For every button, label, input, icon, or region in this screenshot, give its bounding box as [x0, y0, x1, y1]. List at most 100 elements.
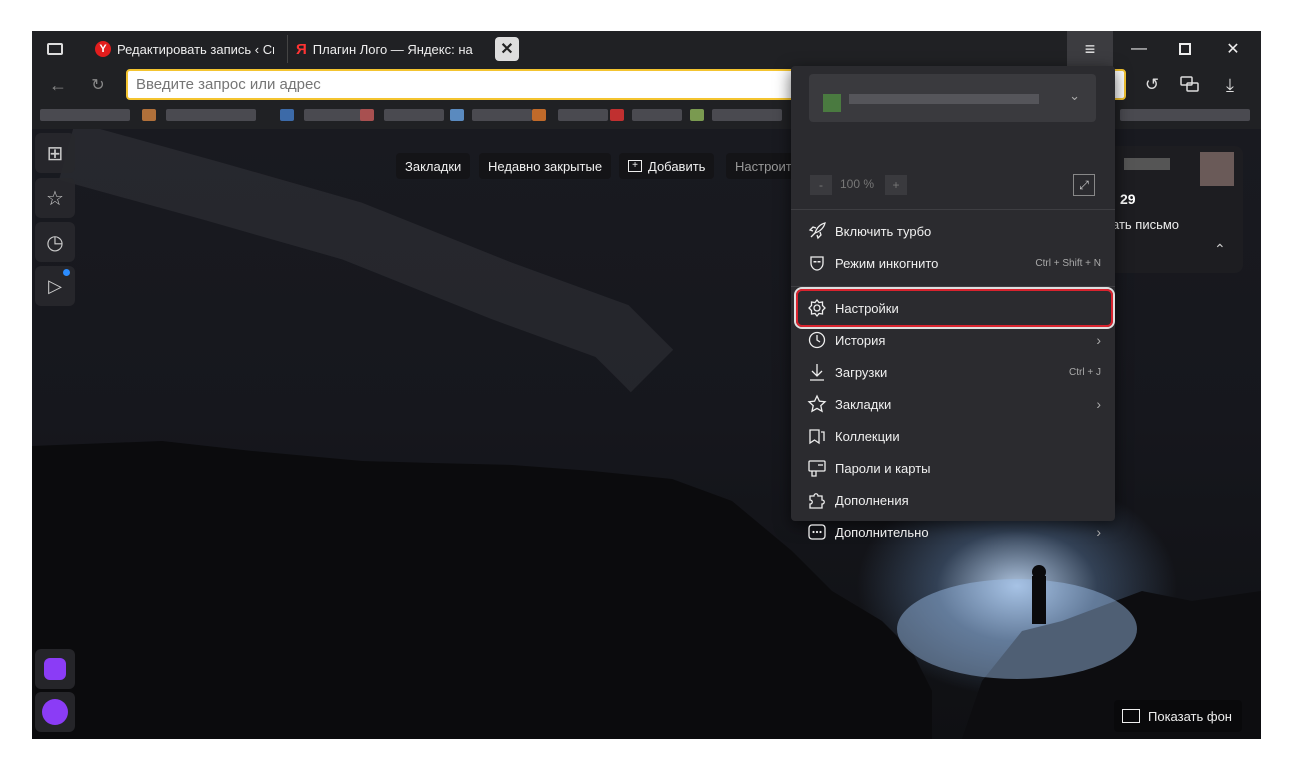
alice-button[interactable]: [35, 692, 75, 732]
notification-dot: [63, 269, 70, 276]
zoom-out-button[interactable]: -: [810, 175, 832, 195]
downloads-button[interactable]: ⤓: [1218, 73, 1242, 97]
blurred-bookmark[interactable]: [304, 109, 364, 121]
blurred-bookmark[interactable]: [532, 109, 546, 121]
menu-item-label: Включить турбо: [835, 223, 932, 239]
blurred-bookmark[interactable]: [690, 109, 704, 121]
alice-icon: [42, 699, 68, 725]
reload-button[interactable]: ↻: [86, 73, 110, 97]
history-icon: ↺: [1144, 75, 1160, 94]
blurred-bookmark[interactable]: [360, 109, 374, 121]
rocket-icon: [805, 219, 829, 243]
services-button[interactable]: ⊞: [35, 133, 75, 173]
blurred-bookmark[interactable]: [280, 109, 294, 121]
clock-icon: [805, 328, 829, 352]
close-icon: ✕: [1226, 41, 1240, 58]
collections-icon: [805, 424, 829, 448]
new-tab-button[interactable]: ✕: [495, 37, 519, 61]
close-icon: ✕: [500, 41, 514, 58]
recently-closed-button[interactable]: Недавно закрытые: [479, 153, 612, 179]
maximize-button[interactable]: [1162, 31, 1208, 67]
tab-edit-post[interactable]: Y Редактировать запись ‹ Ск: [87, 35, 282, 63]
add-button[interactable]: + Добавить: [619, 153, 715, 179]
blurred-bookmark[interactable]: [142, 109, 156, 121]
bookmarks-panel-button[interactable]: ☆: [35, 178, 75, 218]
fullscreen-button[interactable]: ⤢: [1073, 174, 1095, 196]
blurred-bookmark[interactable]: [632, 109, 682, 121]
feedback-button[interactable]: [1178, 73, 1202, 97]
bookmarks-label: Закладки: [405, 158, 462, 174]
menu-item-settings[interactable]: Настройки: [805, 292, 1101, 324]
gear-icon: [805, 296, 829, 320]
tab-logo-plugin[interactable]: Я Плагин Лого — Яндекс: на: [287, 35, 482, 63]
menu-item-label: История: [835, 332, 886, 348]
blurred-bookmark[interactable]: [1120, 109, 1250, 121]
blurred-bookmark[interactable]: [712, 109, 782, 121]
yandex-browser-icon: Y: [95, 41, 111, 57]
zoom-in-button[interactable]: +: [885, 175, 907, 195]
reload-icon: ↻: [91, 77, 105, 94]
main-menu: ⌄ - 100 % + ⤢ Включить турбо Режим инког…: [791, 66, 1115, 540]
bookmarks-tab-button[interactable]: Закладки: [396, 153, 471, 179]
tab-bar: Y Редактировать запись ‹ Ск Я Плагин Лог…: [32, 31, 1261, 67]
menu-item-passwords[interactable]: Пароли и карты: [805, 452, 1101, 484]
tab-title: Редактировать запись ‹ Ск: [117, 41, 274, 57]
add-icon: +: [628, 160, 642, 172]
key-card-icon: [805, 456, 829, 480]
chevron-right-icon: ›: [1096, 396, 1101, 412]
sidebar-panel-icon: [47, 43, 63, 55]
menu-item-more[interactable]: Дополнительно ›: [805, 516, 1101, 548]
blurred-bookmark[interactable]: [166, 109, 256, 121]
mail-widget[interactable]: 29 ать письмо ⌃: [1104, 146, 1243, 273]
history-panel-button[interactable]: ◷: [35, 222, 75, 262]
menu-item-label: Загрузки: [835, 364, 888, 380]
menu-item-label: Дополнения: [835, 492, 909, 508]
menu-item-bookmarks[interactable]: Закладки ›: [805, 388, 1101, 420]
blurred-bookmark[interactable]: [384, 109, 444, 121]
chevron-right-icon: ›: [1096, 332, 1101, 348]
menu-item-history[interactable]: История ›: [805, 324, 1101, 356]
media-button[interactable]: ▷: [35, 266, 75, 306]
add-label: Добавить: [648, 158, 706, 174]
star-icon: ☆: [46, 187, 64, 210]
write-letter-link[interactable]: ать письмо: [1112, 217, 1179, 232]
avatar: [823, 94, 841, 112]
blurred-bookmark[interactable]: [610, 109, 624, 121]
shortcut-label: Ctrl + J: [1069, 366, 1101, 378]
image-icon: [1122, 709, 1140, 723]
address-input[interactable]: [136, 71, 776, 97]
chevron-right-icon: ›: [1096, 524, 1101, 540]
show-background-label: Показать фон: [1148, 708, 1232, 724]
blurred-bookmark[interactable]: [558, 109, 608, 121]
menu-item-turbo[interactable]: Включить турбо: [805, 215, 1101, 247]
play-icon: ▷: [48, 275, 62, 296]
history-button[interactable]: ↺: [1140, 73, 1164, 97]
menu-item-incognito[interactable]: Режим инкогнито Ctrl + Shift + N: [805, 247, 1101, 279]
blurred-bookmark[interactable]: [40, 109, 130, 121]
blurred-bookmark[interactable]: [472, 109, 532, 121]
menu-divider: [791, 209, 1115, 210]
menu-item-extensions[interactable]: Дополнения: [805, 484, 1101, 516]
minimize-icon: —: [1131, 40, 1147, 57]
profile-selector[interactable]: ⌄: [809, 74, 1096, 122]
minimize-button[interactable]: —: [1116, 31, 1162, 67]
recently-closed-label: Недавно закрытые: [488, 158, 603, 174]
incognito-mask-icon: [805, 251, 829, 275]
blurred-profile-name: [849, 94, 1039, 104]
shortcut-label: Ctrl + Shift + N: [1035, 257, 1101, 269]
menu-item-collections[interactable]: Коллекции: [805, 420, 1101, 452]
browser-window: Y Редактировать запись ‹ Ск Я Плагин Лог…: [32, 31, 1261, 739]
blurred-bookmark[interactable]: [450, 109, 464, 121]
menu-item-label: Настройки: [835, 300, 899, 316]
alice-chat-button[interactable]: [35, 649, 75, 689]
zoom-level: 100 %: [840, 177, 875, 191]
menu-divider: [791, 286, 1115, 287]
back-button[interactable]: ←: [46, 73, 70, 97]
main-menu-button[interactable]: ≡: [1067, 31, 1113, 67]
tab-list-button[interactable]: [32, 31, 78, 67]
star-icon: [805, 392, 829, 416]
menu-item-downloads[interactable]: Загрузки Ctrl + J: [805, 356, 1101, 388]
close-window-button[interactable]: ✕: [1210, 31, 1256, 67]
chevron-up-icon[interactable]: ⌃: [1214, 241, 1226, 258]
show-background-button[interactable]: Показать фон: [1114, 700, 1242, 732]
